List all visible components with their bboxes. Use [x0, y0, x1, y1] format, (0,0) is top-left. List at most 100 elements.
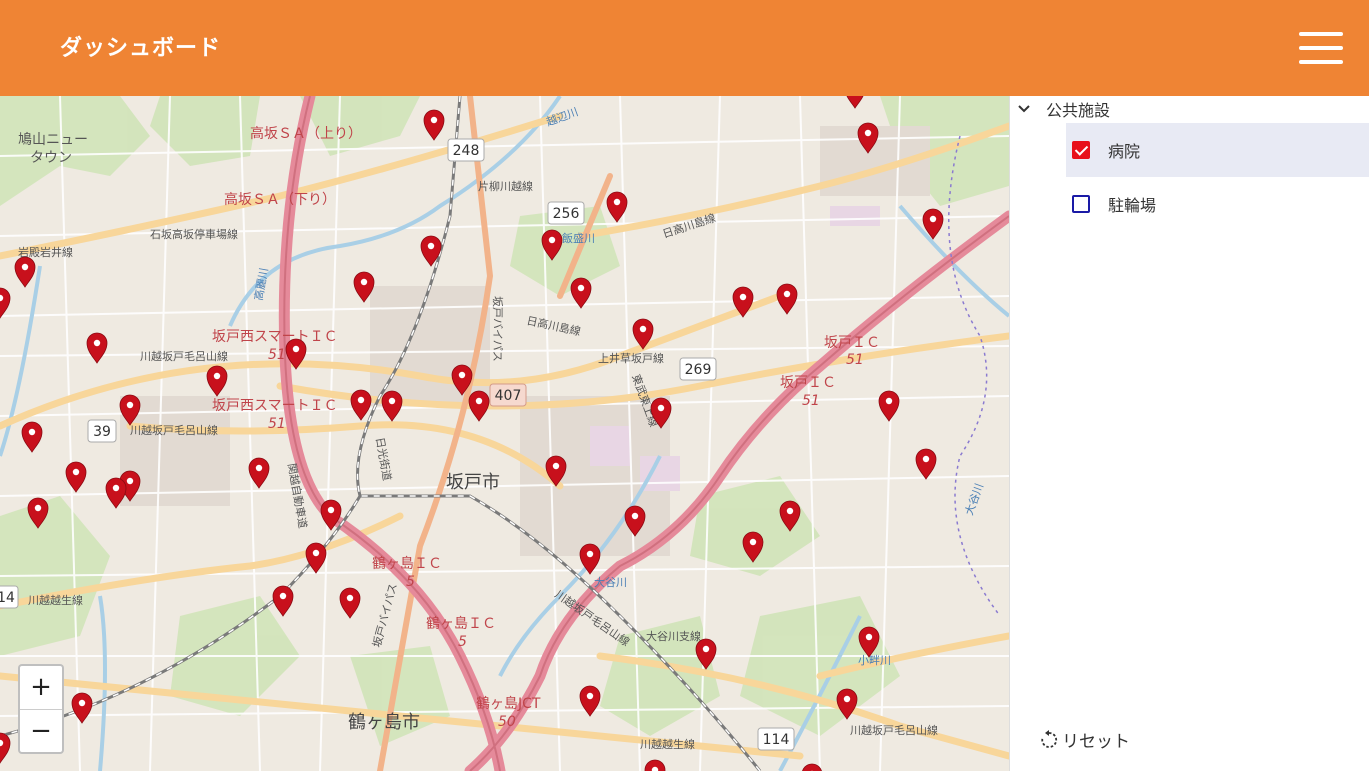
hospital-marker-icon[interactable]	[350, 389, 372, 421]
hospital-marker-icon[interactable]	[423, 109, 445, 141]
map-label: 上井草坂戸線	[598, 351, 664, 365]
map-label: 小畔川	[858, 654, 891, 667]
marker-dot	[475, 397, 483, 405]
marker-dot	[357, 396, 365, 404]
layer-item-label: 駐輪場	[1108, 196, 1157, 215]
layer-panel: 公共施設 病院 駐輪場 リセット	[1009, 96, 1369, 771]
hospital-marker-icon[interactable]	[579, 685, 601, 717]
marker-dot	[213, 372, 221, 380]
map-label: 坂戸市	[446, 472, 500, 493]
map-label: 川越坂戸毛呂山線	[140, 349, 228, 363]
marker-dot	[346, 594, 354, 602]
marker-dot	[577, 284, 585, 292]
marker-dot	[657, 404, 665, 412]
marker-dot	[586, 692, 594, 700]
bicycle-parking-checkbox[interactable]	[1072, 195, 1090, 213]
hospital-marker-icon[interactable]	[878, 390, 900, 422]
map-label: 5	[458, 634, 467, 650]
map-label: 坂戸バイパス	[491, 296, 504, 362]
hospital-marker-icon[interactable]	[0, 287, 11, 319]
marker-dot	[292, 345, 300, 353]
map-view[interactable]: 248 256 269 407 39 114 14 鳩山ニュー タウン 高坂ＳＡ…	[0, 96, 1009, 771]
marker-dot	[929, 215, 937, 223]
map-label: 坂戸バイパス	[370, 582, 400, 649]
hospital-marker-icon[interactable]	[65, 461, 87, 493]
marker-dot	[864, 129, 872, 137]
marker-dot	[613, 198, 621, 206]
hospital-marker-icon[interactable]	[468, 390, 490, 422]
marker-dot	[702, 645, 710, 653]
marker-dot	[72, 468, 80, 476]
hospital-marker-icon[interactable]	[776, 283, 798, 315]
hospital-marker-icon[interactable]	[915, 448, 937, 480]
svg-text:256: 256	[553, 206, 580, 222]
svg-text:114: 114	[763, 732, 790, 748]
route-shield-114: 114	[757, 727, 795, 751]
svg-text:39: 39	[93, 424, 111, 440]
svg-text:269: 269	[685, 362, 712, 378]
map-label: 高坂ＳＡ（上り）	[250, 125, 362, 142]
route-shield-256: 256	[547, 201, 585, 225]
reset-button[interactable]: リセット	[1038, 727, 1130, 752]
marker-dot	[865, 633, 873, 641]
marker-dot	[21, 263, 29, 271]
hospital-marker-icon[interactable]	[14, 256, 36, 288]
route-shield-39: 39	[87, 419, 117, 443]
layer-item-hospital[interactable]: 病院	[1066, 123, 1369, 177]
map-label: 日高川島線	[525, 313, 582, 338]
map-label: 大谷川支線	[646, 629, 701, 643]
chevron-down-icon	[1018, 105, 1030, 113]
layer-group-label: 公共施設	[1046, 101, 1111, 120]
map-label: 51	[268, 347, 286, 363]
map-label: 大谷川	[594, 575, 627, 589]
marker-dot	[360, 278, 368, 286]
marker-dot	[93, 339, 101, 347]
zoom-out-button[interactable]: −	[20, 710, 62, 753]
marker-dot	[34, 504, 42, 512]
reset-icon	[1041, 729, 1058, 748]
hospital-marker-icon[interactable]	[845, 96, 865, 109]
hospital-checkbox[interactable]	[1072, 141, 1090, 159]
layer-item-label: 病院	[1108, 142, 1141, 161]
hospital-marker-icon[interactable]	[71, 692, 93, 724]
marker-dot	[28, 428, 36, 436]
map-label: 川越坂戸毛呂山線	[850, 723, 938, 737]
layer-item-bicycle-parking[interactable]: 駐輪場	[1066, 177, 1369, 231]
marker-dot	[112, 484, 120, 492]
zoom-in-button[interactable]: +	[20, 666, 62, 710]
app-header: ダッシュボード	[0, 0, 1369, 96]
marker-dot	[639, 325, 647, 333]
map-label: 鶴ヶ島JCT	[476, 695, 541, 712]
map-label: 日光街道	[373, 436, 394, 482]
marker-dot	[126, 477, 134, 485]
marker-dot	[843, 695, 851, 703]
hospital-marker-icon[interactable]	[206, 365, 228, 397]
map-label: 川越越生線	[28, 593, 83, 607]
map-label: タウン	[30, 150, 72, 166]
map-label: 大谷川	[962, 481, 986, 517]
hospital-marker-icon[interactable]	[0, 732, 11, 764]
layer-group-public-facilities[interactable]: 公共施設	[1016, 96, 1110, 122]
marker-dot	[255, 464, 263, 472]
map-label: 51	[846, 352, 864, 368]
map-label: 鶴ヶ島ＩＣ	[372, 555, 442, 572]
marker-dot	[78, 699, 86, 707]
hamburger-menu-icon[interactable]	[1296, 30, 1346, 66]
marker-dot	[279, 592, 287, 600]
map-label: 川越越生線	[640, 737, 695, 751]
hospital-marker-icon[interactable]	[305, 542, 327, 574]
hospital-marker-icon[interactable]	[272, 585, 294, 617]
map-label: 片柳川越線	[478, 179, 533, 193]
marker-dot	[430, 116, 438, 124]
marker-dot	[739, 293, 747, 301]
svg-text:14: 14	[0, 590, 15, 606]
hospital-marker-icon[interactable]	[339, 587, 361, 619]
hospital-marker-icon[interactable]	[21, 421, 43, 453]
marker-dot	[427, 242, 435, 250]
hospital-marker-icon[interactable]	[381, 390, 403, 422]
marker-dot	[552, 462, 560, 470]
hospital-marker-icon[interactable]	[86, 332, 108, 364]
map-label: 高麗川	[251, 267, 271, 302]
marker-dot	[631, 512, 639, 520]
map-label: 飯盛川	[562, 231, 595, 245]
